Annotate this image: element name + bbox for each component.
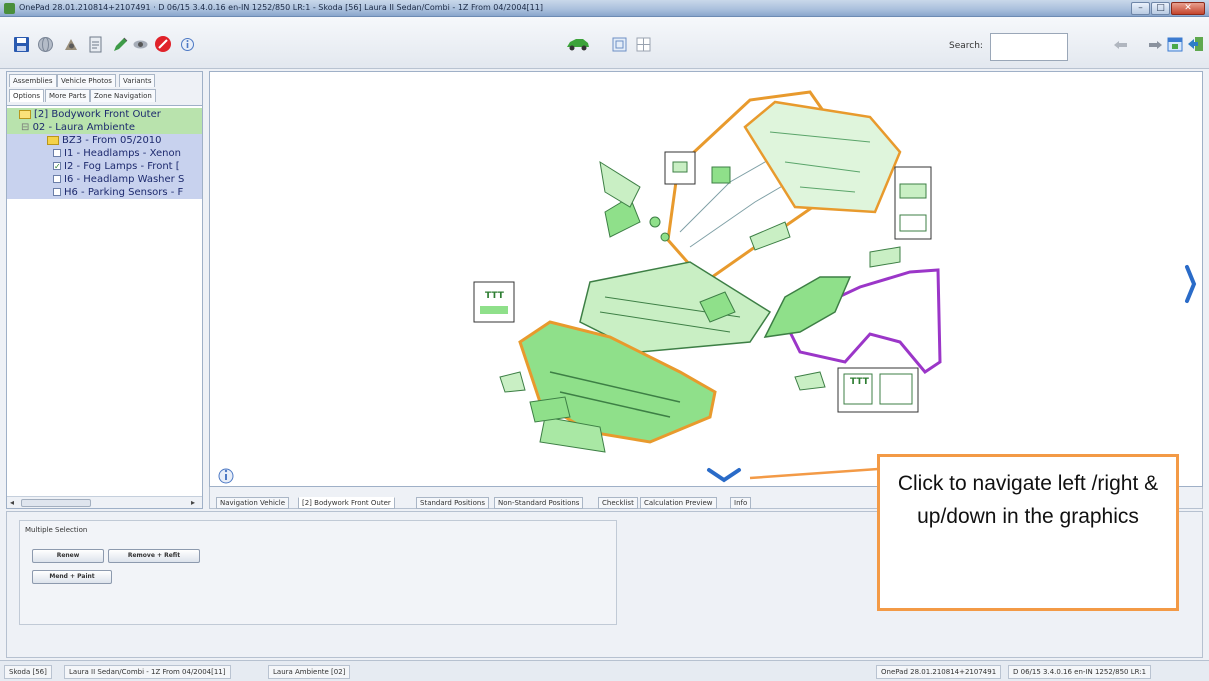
globe-icon[interactable]: [35, 34, 55, 54]
svg-text:TTT: TTT: [850, 377, 870, 387]
status-bar: Skoda [56] Laura II Sedan/Combi - 1Z Fro…: [0, 660, 1209, 681]
status-version: OnePad 28.01.210814+2107491: [876, 665, 1002, 679]
exploded-parts-diagram[interactable]: TTT TTT: [210, 72, 1204, 488]
tab-info[interactable]: Info: [730, 497, 752, 509]
tab-variants[interactable]: Variants: [119, 74, 156, 87]
tree-item-label: H6 - Parking Sensors - F: [64, 187, 184, 198]
tree-item-label: I2 - Fog Lamps - Front [: [64, 161, 180, 172]
checkbox[interactable]: [53, 149, 61, 157]
tree-item-parking-sensors[interactable]: H6 - Parking Sensors - F: [7, 186, 202, 199]
status-variant: Laura Ambiente [02]: [268, 665, 351, 679]
close-button[interactable]: ✕: [1171, 2, 1205, 15]
tree-item-label: [2] Bodywork Front Outer: [34, 109, 161, 120]
checkbox[interactable]: [53, 175, 61, 183]
sidebar: Assemblies Vehicle Photos Variants Optio…: [6, 71, 203, 509]
folder-icon: [47, 135, 59, 145]
info-icon[interactable]: [177, 34, 197, 54]
tab-zone-navigation[interactable]: Zone Navigation: [90, 89, 156, 102]
maximize-button[interactable]: □: [1151, 2, 1170, 15]
app-icon: [4, 3, 15, 14]
tab-navigation-vehicle[interactable]: Navigation Vehicle: [216, 497, 290, 509]
edit-icon[interactable]: [110, 34, 130, 54]
tab-bodywork-front-outer[interactable]: [2] Bodywork Front Outer: [298, 497, 395, 509]
tree-item-headlamps-xenon[interactable]: I1 - Headlamps - Xenon: [7, 147, 202, 160]
status-build: D 06/15 3.4.0.16 en-IN 1252/850 LR:1: [1008, 665, 1152, 679]
scroll-right-icon[interactable]: ▸: [191, 498, 195, 507]
callout-box: Click to navigate left /right & up/down …: [877, 454, 1179, 611]
search-label: Search:: [949, 41, 983, 51]
tree-item-bodywork-front-outer[interactable]: [2] Bodywork Front Outer: [7, 108, 202, 121]
toolbar: Search:: [0, 17, 1209, 69]
graphics-viewer[interactable]: TTT TTT: [209, 71, 1203, 487]
detail-box: [473, 281, 515, 323]
tree-item-bz3[interactable]: BZ3 - From 05/2010: [7, 134, 202, 147]
title-bar: OnePad 28.01.210814+2107491 · D 06/15 3.…: [0, 0, 1209, 17]
save-icon[interactable]: [11, 34, 31, 54]
calendar-icon[interactable]: [1165, 34, 1185, 54]
tab-checklist[interactable]: Checklist: [598, 497, 638, 509]
renew-button[interactable]: Renew: [32, 549, 104, 563]
tab-calculation-preview[interactable]: Calculation Preview: [640, 497, 717, 509]
tree-item-label: 02 - Laura Ambiente: [32, 122, 135, 133]
tree-item-fog-lamps[interactable]: ✓ I2 - Fog Lamps - Front [: [7, 160, 202, 173]
status-make: Skoda [56]: [4, 665, 52, 679]
tree-item-laura-ambiente[interactable]: ⊟ 02 - Laura Ambiente: [7, 121, 202, 134]
image-frame-icon[interactable]: [609, 34, 629, 54]
window-title: OnePad 28.01.210814+2107491 · D 06/15 3.…: [19, 3, 543, 12]
scroll-thumb[interactable]: [21, 499, 91, 507]
tab-standard-positions[interactable]: Standard Positions: [416, 497, 489, 509]
tree-item-headlamp-washer[interactable]: I6 - Headlamp Washer S: [7, 173, 202, 186]
callout-pointer: [749, 467, 879, 480]
nav-down-arrow[interactable]: [707, 468, 741, 483]
view-icon[interactable]: [130, 34, 150, 54]
tab-more-parts[interactable]: More Parts: [45, 89, 91, 102]
multiple-selection-group: Multiple Selection Renew Remove + Refit …: [19, 520, 617, 625]
sidebar-tabs: Assemblies Vehicle Photos Variants Optio…: [7, 72, 202, 106]
car-icon[interactable]: [565, 34, 591, 54]
tab-options[interactable]: Options: [9, 89, 45, 102]
back-icon[interactable]: [1110, 34, 1130, 54]
svg-text:TTT: TTT: [485, 291, 505, 301]
expand-icon: ⊟: [21, 122, 33, 133]
grid-icon[interactable]: [633, 34, 653, 54]
mend-paint-button[interactable]: Mend + Paint: [32, 570, 112, 584]
stop-icon[interactable]: [153, 34, 173, 54]
nav-right-arrow[interactable]: [1185, 265, 1197, 303]
folder-open-icon: [19, 109, 31, 119]
multiple-selection-label: Multiple Selection: [25, 526, 88, 534]
tree-item-label: BZ3 - From 05/2010: [62, 135, 162, 146]
tab-assemblies[interactable]: Assemblies: [9, 74, 57, 87]
tab-vehicle-photos[interactable]: Vehicle Photos: [57, 74, 116, 87]
forward-icon[interactable]: [1145, 34, 1165, 54]
scroll-left-icon[interactable]: ◂: [10, 498, 14, 507]
checkbox[interactable]: [53, 188, 61, 196]
tree-item-label: I1 - Headlamps - Xenon: [64, 148, 181, 159]
minimize-button[interactable]: –: [1131, 2, 1150, 15]
sidebar-hscrollbar[interactable]: ◂ ▸: [7, 496, 202, 508]
search-input[interactable]: [990, 33, 1068, 61]
remove-refit-button[interactable]: Remove + Refit: [108, 549, 200, 563]
checkbox-checked[interactable]: ✓: [53, 162, 61, 171]
tab-non-standard-positions[interactable]: Non-Standard Positions: [494, 497, 584, 509]
exit-icon[interactable]: [1186, 34, 1206, 54]
parts-icon[interactable]: [61, 34, 81, 54]
checklist-icon[interactable]: [85, 34, 105, 54]
tree-item-label: I6 - Headlamp Washer S: [64, 174, 185, 185]
status-model: Laura II Sedan/Combi - 1Z From 04/2004[1…: [64, 665, 231, 679]
